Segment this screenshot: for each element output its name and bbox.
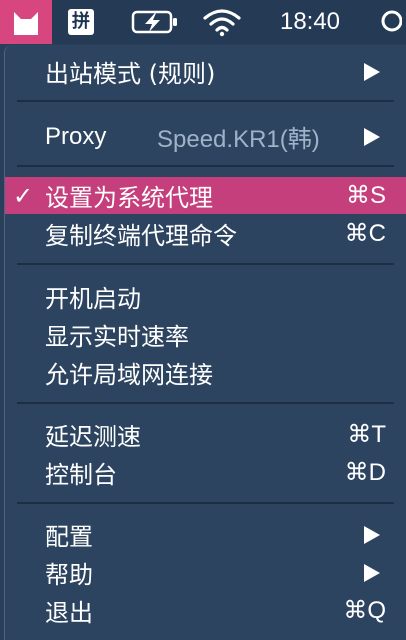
set-system-proxy-label: 设置为系统代理 <box>45 184 213 212</box>
help-label: 帮助 <box>45 561 93 589</box>
menu-separator <box>17 165 394 167</box>
battery-charging-icon[interactable] <box>128 0 182 44</box>
menu-item-copy-terminal-proxy-command[interactable]: 复制终端代理命令 ⌘C <box>5 215 406 252</box>
allow-lan-label: 允许局域网连接 <box>45 361 213 389</box>
latency-test-shortcut: ⌘T <box>347 421 386 448</box>
menu-separator <box>17 502 394 504</box>
menu-item-help[interactable]: 帮助 <box>5 554 406 591</box>
set-system-proxy-shortcut: ⌘S <box>345 182 386 209</box>
menu-item-launch-at-login[interactable]: 开机启动 <box>5 278 406 315</box>
menu-item-outbound-mode[interactable]: 出站模式 (规则) <box>5 53 406 90</box>
copy-terminal-cmd-label: 复制终端代理命令 <box>45 222 237 250</box>
submenu-arrow-icon <box>364 62 380 81</box>
menu-item-dashboard[interactable]: 控制台 ⌘D <box>5 454 406 491</box>
quit-shortcut: ⌘Q <box>343 597 386 624</box>
latency-test-label: 延迟测速 <box>45 423 141 451</box>
menu-item-config[interactable]: 配置 <box>5 516 406 553</box>
menu-item-latency-test[interactable]: 延迟测速 ⌘T <box>5 416 406 453</box>
submenu-arrow-icon <box>364 563 380 582</box>
quit-label: 退出 <box>45 599 93 627</box>
show-realtime-speed-label: 显示实时速率 <box>45 323 189 351</box>
menu-separator <box>17 263 394 265</box>
outbound-mode-label: 出站模式 (规则) <box>45 60 216 88</box>
cat-icon <box>14 12 38 35</box>
input-method-label: 拼 <box>68 9 94 35</box>
copy-terminal-cmd-shortcut: ⌘C <box>344 220 386 247</box>
submenu-arrow-icon <box>364 525 380 544</box>
spotlight-search-icon[interactable] <box>372 0 406 44</box>
wifi-icon[interactable] <box>196 0 248 44</box>
menu-separator <box>17 100 394 102</box>
menubar-clock[interactable]: 18:40 <box>262 0 358 44</box>
proxy-label: Proxy <box>45 122 107 150</box>
dashboard-label: 控制台 <box>45 461 117 489</box>
clash-app-icon[interactable] <box>0 0 52 44</box>
menu-separator <box>17 402 394 404</box>
menu-item-allow-lan[interactable]: 允许局域网连接 <box>5 354 406 391</box>
menu-item-show-realtime-speed[interactable]: 显示实时速率 <box>5 316 406 353</box>
input-method-icon[interactable]: 拼 <box>66 0 96 44</box>
submenu-arrow-icon <box>364 127 380 146</box>
config-label: 配置 <box>45 523 93 551</box>
menu-item-proxy[interactable]: Proxy Speed.KR1(韩) <box>5 118 406 155</box>
clash-dropdown-menu: 出站模式 (规则) Proxy Speed.KR1(韩) ✓ 设置为系统代理 ⌘… <box>4 45 406 640</box>
menu-bar: 拼 18:40 <box>0 0 406 44</box>
checkmark-icon: ✓ <box>13 181 34 210</box>
dashboard-shortcut: ⌘D <box>344 459 386 486</box>
proxy-selected-value: Speed.KR1(韩) <box>157 126 320 153</box>
launch-at-login-label: 开机启动 <box>45 285 141 313</box>
menu-item-set-system-proxy[interactable]: ✓ 设置为系统代理 ⌘S <box>5 177 406 214</box>
menu-item-quit[interactable]: 退出 ⌘Q <box>5 592 406 629</box>
